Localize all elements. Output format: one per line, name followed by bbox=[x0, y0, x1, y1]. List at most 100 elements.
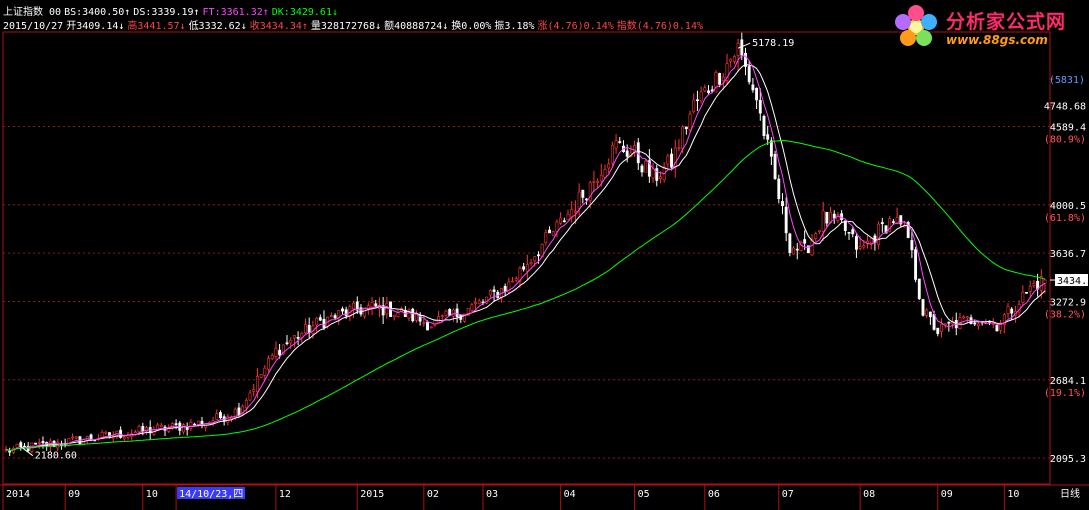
candle-body[interactable] bbox=[255, 376, 259, 392]
candle-body[interactable] bbox=[707, 90, 710, 93]
candle-body[interactable] bbox=[514, 278, 518, 281]
candle-body[interactable] bbox=[940, 324, 943, 332]
candle-body[interactable] bbox=[444, 310, 448, 316]
candle-body[interactable] bbox=[307, 324, 311, 334]
candle-body[interactable] bbox=[1028, 286, 1032, 292]
candle-body[interactable] bbox=[492, 289, 496, 292]
candlestick-series[interactable] bbox=[4, 32, 1047, 457]
candle-body[interactable] bbox=[599, 174, 603, 182]
candle-body[interactable] bbox=[880, 222, 884, 225]
candle-body[interactable] bbox=[536, 254, 540, 257]
candle-body[interactable] bbox=[529, 261, 533, 264]
candle-body[interactable] bbox=[762, 115, 766, 136]
candle-body[interactable] bbox=[267, 357, 270, 370]
candle-body[interactable] bbox=[781, 201, 784, 207]
candle-body[interactable] bbox=[788, 233, 792, 253]
candle-body[interactable] bbox=[607, 163, 611, 169]
candle-body[interactable] bbox=[370, 302, 374, 308]
candle-body[interactable] bbox=[511, 280, 515, 283]
candle-body[interactable] bbox=[193, 423, 197, 426]
candle-body[interactable] bbox=[651, 168, 655, 179]
candle-body[interactable] bbox=[159, 424, 163, 427]
candle-body[interactable] bbox=[1021, 291, 1025, 303]
candle-body[interactable] bbox=[411, 308, 415, 322]
candle-body[interactable] bbox=[333, 315, 337, 319]
candle-body[interactable] bbox=[570, 209, 574, 218]
candle-body[interactable] bbox=[451, 309, 455, 317]
candle-body[interactable] bbox=[692, 99, 696, 113]
candle-body[interactable] bbox=[962, 316, 966, 319]
candle-body[interactable] bbox=[477, 300, 481, 305]
candle-body[interactable] bbox=[137, 426, 141, 432]
candle-body[interactable] bbox=[341, 308, 344, 312]
candle-body[interactable] bbox=[840, 213, 844, 220]
candle-body[interactable] bbox=[122, 436, 126, 440]
candle-body[interactable] bbox=[292, 335, 296, 339]
candle-body[interactable] bbox=[995, 325, 999, 332]
candle-body[interactable] bbox=[670, 153, 673, 168]
candle-body[interactable] bbox=[729, 58, 733, 62]
candle-body[interactable] bbox=[803, 239, 807, 244]
candle-body[interactable] bbox=[104, 431, 108, 434]
candle-body[interactable] bbox=[344, 309, 348, 317]
candle-body[interactable] bbox=[869, 238, 873, 244]
candle-body[interactable] bbox=[862, 245, 866, 248]
candle-body[interactable] bbox=[422, 322, 426, 324]
candle-body[interactable] bbox=[488, 290, 492, 296]
candle-body[interactable] bbox=[695, 99, 699, 102]
candle-body[interactable] bbox=[832, 213, 836, 219]
candle-body[interactable] bbox=[932, 314, 936, 330]
candle-body[interactable] bbox=[566, 213, 570, 220]
candle-body[interactable] bbox=[315, 317, 319, 326]
candle-body[interactable] bbox=[440, 315, 444, 317]
candle-body[interactable] bbox=[252, 389, 256, 392]
candle-body[interactable] bbox=[917, 278, 921, 300]
candle-body[interactable] bbox=[1006, 306, 1010, 314]
candle-body[interactable] bbox=[625, 150, 629, 157]
candle-body[interactable] bbox=[15, 443, 19, 448]
candle-body[interactable] bbox=[914, 249, 918, 280]
candle-body[interactable] bbox=[718, 73, 722, 85]
candle-body[interactable] bbox=[581, 189, 585, 198]
candle-body[interactable] bbox=[426, 321, 429, 331]
candle-body[interactable] bbox=[133, 431, 137, 434]
candle-body[interactable] bbox=[429, 326, 433, 329]
candle-body[interactable] bbox=[174, 423, 178, 425]
kline-chart[interactable]: (5831) 4748.68 4589.4(80.9%) 4000.5(61.8%) 3… bbox=[0, 0, 1089, 510]
candle-body[interactable] bbox=[71, 436, 74, 439]
candle-body[interactable] bbox=[854, 236, 858, 250]
candle-body[interactable] bbox=[189, 422, 193, 429]
candle-body[interactable] bbox=[721, 76, 725, 82]
candle-body[interactable] bbox=[555, 221, 559, 232]
candle-body[interactable] bbox=[769, 140, 773, 157]
candle-body[interactable] bbox=[688, 113, 692, 131]
candle-body[interactable] bbox=[777, 178, 781, 200]
candle-body[interactable] bbox=[396, 312, 400, 317]
candle-body[interactable] bbox=[448, 309, 452, 316]
candle-body[interactable] bbox=[270, 355, 274, 359]
candle-body[interactable] bbox=[818, 230, 821, 233]
candle-body[interactable] bbox=[1032, 283, 1036, 286]
candle-body[interactable] bbox=[1010, 308, 1014, 314]
candle-body[interactable] bbox=[847, 231, 851, 234]
candle-body[interactable] bbox=[219, 412, 222, 419]
candle-body[interactable] bbox=[56, 441, 60, 449]
candle-body[interactable] bbox=[259, 374, 263, 378]
candle-body[interactable] bbox=[965, 316, 969, 319]
candle-body[interactable] bbox=[329, 315, 333, 318]
candle-body[interactable] bbox=[795, 248, 799, 251]
candle-body[interactable] bbox=[551, 231, 555, 236]
candle-body[interactable] bbox=[644, 160, 648, 173]
candle-body[interactable] bbox=[640, 165, 644, 173]
candle-body[interactable] bbox=[289, 339, 293, 344]
candle-body[interactable] bbox=[977, 323, 980, 327]
candle-body[interactable] bbox=[825, 211, 829, 224]
candle-body[interactable] bbox=[732, 56, 736, 62]
candle-body[interactable] bbox=[34, 442, 38, 445]
candle-body[interactable] bbox=[352, 302, 356, 310]
candle-body[interactable] bbox=[592, 181, 596, 183]
candle-body[interactable] bbox=[141, 426, 145, 432]
candle-body[interactable] bbox=[385, 302, 389, 315]
candle-body[interactable] bbox=[792, 247, 796, 255]
candle-body[interactable] bbox=[891, 221, 895, 223]
